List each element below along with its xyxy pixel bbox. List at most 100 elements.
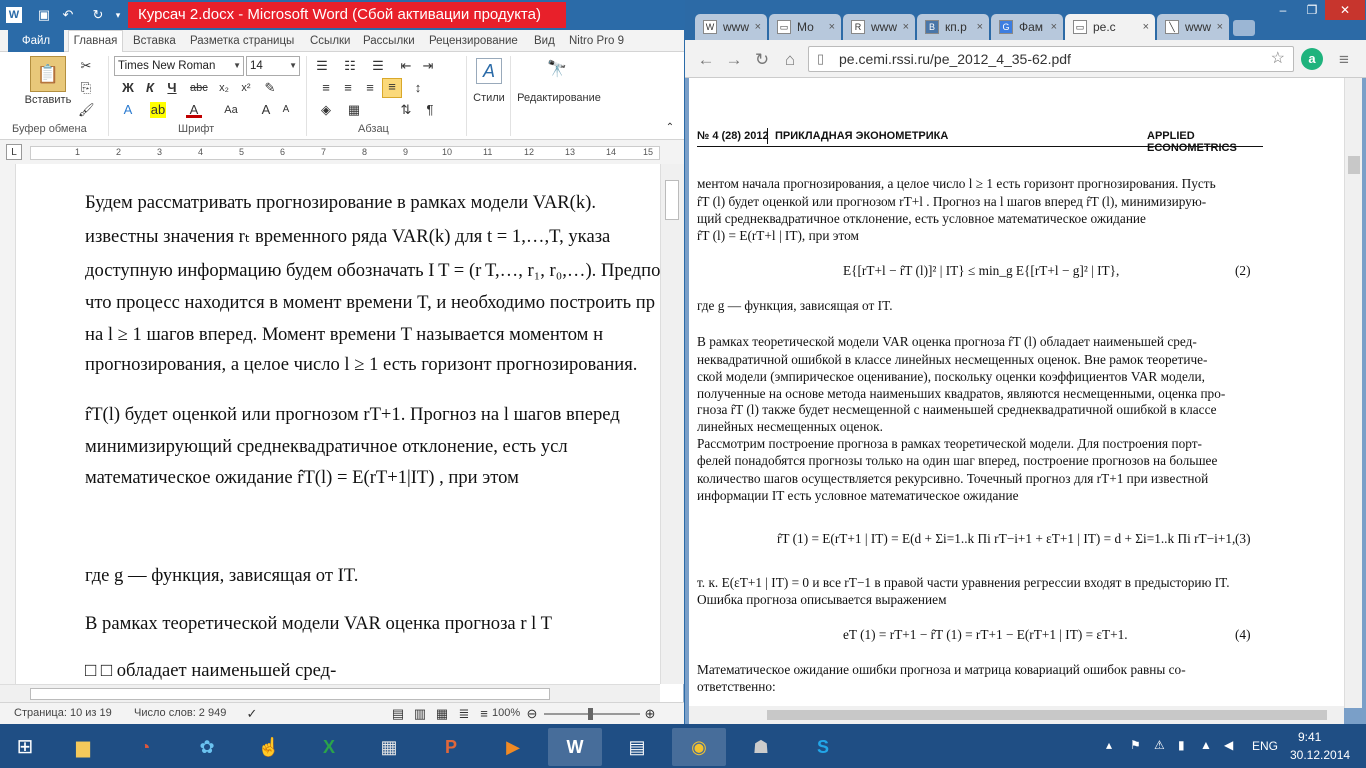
chrome-icon[interactable]: ◉ <box>672 728 726 766</box>
maximize-icon[interactable]: ❐ <box>1299 0 1325 20</box>
grow-font-icon[interactable]: A <box>258 102 274 118</box>
reload-icon[interactable]: ↻ <box>751 49 773 71</box>
copy-icon[interactable]: ⎘ <box>78 80 94 96</box>
tab-view[interactable]: Вид <box>534 31 555 52</box>
pdf-horizontal-scrollbar[interactable] <box>689 706 1344 724</box>
zoom-level[interactable]: 100% <box>492 707 520 719</box>
scroll-thumb[interactable] <box>30 688 550 700</box>
align-right-icon[interactable]: ≡ <box>362 80 378 96</box>
sort-icon[interactable]: ⇅ <box>398 102 414 118</box>
powerpoint-icon[interactable]: P <box>424 728 478 766</box>
app-icon[interactable]: ▤ <box>610 728 664 766</box>
scroll-thumb[interactable] <box>665 180 679 220</box>
shading-icon[interactable]: ◈ <box>318 102 334 118</box>
file-explorer-icon[interactable]: ▆ <box>56 728 110 766</box>
tab-selector-icon[interactable]: L <box>6 144 22 160</box>
pilcrow-icon[interactable]: ¶ <box>422 102 438 118</box>
browser-tab[interactable]: Wwww × <box>695 14 767 40</box>
new-tab-button[interactable] <box>1233 20 1255 36</box>
network-icon[interactable]: ⚑ <box>1130 738 1141 752</box>
bold-icon[interactable]: Ж <box>120 80 136 96</box>
touch-icon[interactable]: ☝ <box>242 728 296 766</box>
language-indicator[interactable]: ENG <box>1252 739 1278 753</box>
borders-icon[interactable]: ▦ <box>346 102 362 118</box>
binoculars-icon[interactable]: 🔭 <box>544 58 570 84</box>
ruler-strip[interactable]: 1 2 3 4 5 6 7 8 9 10 11 12 13 14 15 <box>30 146 660 160</box>
multilevel-list-icon[interactable]: ☰ <box>370 58 386 74</box>
underline-icon[interactable]: Ч <box>164 80 180 96</box>
horizontal-scrollbar[interactable] <box>0 684 660 702</box>
close-icon[interactable]: × <box>903 14 909 40</box>
bullets-icon[interactable]: ☰ <box>314 58 330 74</box>
scroll-thumb[interactable] <box>1348 156 1360 174</box>
tray-expand-icon[interactable]: ▴ <box>1106 738 1112 752</box>
battery-icon[interactable]: ▮ <box>1178 738 1185 752</box>
pdf-vertical-scrollbar[interactable] <box>1344 78 1362 708</box>
align-left-icon[interactable]: ≡ <box>318 80 334 96</box>
redo-icon[interactable]: ↻ <box>90 7 106 23</box>
tab-home[interactable]: Главная <box>68 30 123 52</box>
clock-time[interactable]: 9:41 <box>1298 730 1321 744</box>
tab-file[interactable]: Файл <box>8 30 64 52</box>
outline-icon[interactable]: ≣ <box>456 706 472 722</box>
zoom-in-icon[interactable]: ⊕ <box>642 706 658 722</box>
signal-icon[interactable]: ▲ <box>1200 738 1212 752</box>
font-size-select[interactable]: 14 ▼ <box>246 56 300 76</box>
editing-button[interactable]: Редактирование <box>514 92 604 104</box>
collapse-ribbon-icon[interactable]: ⌃ <box>662 120 678 136</box>
document-page[interactable]: Будем рассматривать прогнозирование в ра… <box>17 164 660 680</box>
forward-icon[interactable]: → <box>723 49 745 71</box>
qat-menu-icon[interactable]: ▾ <box>110 7 126 23</box>
close-icon[interactable]: ✕ <box>1325 0 1365 20</box>
start-windows-icon[interactable]: ⊞ <box>0 728 50 766</box>
word-icon[interactable]: W <box>548 728 602 766</box>
change-case-icon[interactable]: Aa <box>220 102 242 118</box>
web-layout-icon[interactable]: ▦ <box>434 706 450 722</box>
paste-icon[interactable]: 📋 <box>30 56 66 92</box>
pdf-viewer[interactable]: № 4 (28) 2012 ПРИКЛАДНАЯ ЭКОНОМЕТРИКА AP… <box>689 78 1352 708</box>
close-icon[interactable]: × <box>1143 14 1149 40</box>
zoom-slider-thumb[interactable] <box>588 708 593 720</box>
draft-icon[interactable]: ≡ <box>476 706 492 722</box>
tab-nitro[interactable]: Nitro Pro 9 <box>569 31 624 52</box>
minimize-icon[interactable]: – <box>1269 0 1297 20</box>
undo-icon[interactable]: ↶ <box>60 7 76 23</box>
subscript-icon[interactable]: x₂ <box>216 80 232 96</box>
skype-icon[interactable]: S <box>796 728 850 766</box>
excel-icon[interactable]: X <box>302 728 356 766</box>
styles-button[interactable]: Стили <box>468 92 510 104</box>
tab-page-layout[interactable]: Разметка страницы <box>190 31 294 52</box>
align-center-icon[interactable]: ≡ <box>340 80 356 96</box>
justify-icon[interactable]: ≡ <box>382 78 402 98</box>
scroll-thumb[interactable] <box>767 710 1327 720</box>
app-icon[interactable]: ☗ <box>734 728 788 766</box>
line-spacing-icon[interactable]: ↕ <box>410 80 426 96</box>
shrink-font-icon[interactable]: A <box>278 102 294 118</box>
volume-icon[interactable]: ◀ <box>1224 738 1233 752</box>
browser-tab-active[interactable]: ▭ pe.c × <box>1065 14 1155 40</box>
cut-icon[interactable]: ✂ <box>78 58 94 74</box>
address-bar[interactable]: ▯ pe.cemi.rssi.ru/pe_2012_4_35-62.pdf ☆ <box>808 46 1294 72</box>
text-effects-icon[interactable]: A <box>120 102 136 118</box>
italic-icon[interactable]: К <box>142 80 158 96</box>
app-icon[interactable]: ◔ <box>118 728 172 766</box>
browser-tab[interactable]: G Фам × <box>991 14 1063 40</box>
decrease-indent-icon[interactable]: ⇤ <box>398 58 414 74</box>
highlight-icon[interactable]: ab <box>150 102 166 118</box>
zoom-out-icon[interactable]: ⊖ <box>524 706 540 722</box>
vertical-scrollbar[interactable] <box>660 164 684 684</box>
browser-tab[interactable]: ▭ Мо × <box>769 14 841 40</box>
tab-references[interactable]: Ссылки <box>310 31 351 52</box>
numbering-icon[interactable]: ☷ <box>342 58 358 74</box>
tab-insert[interactable]: Вставка <box>133 31 176 52</box>
tab-mailings[interactable]: Рассылки <box>363 31 415 52</box>
close-icon[interactable]: × <box>977 14 983 40</box>
save-icon[interactable]: ▣ <box>36 7 52 23</box>
bookmark-star-icon[interactable]: ☆ <box>1271 47 1285 71</box>
clock-date[interactable]: 30.12.2014 <box>1290 748 1350 762</box>
media-player-icon[interactable]: ▶ <box>486 728 540 766</box>
browser-tab[interactable]: ╲ www × <box>1157 14 1229 40</box>
format-painter-icon[interactable]: 🖌 <box>78 102 95 118</box>
font-color-icon[interactable]: A <box>186 102 202 118</box>
increase-indent-icon[interactable]: ⇥ <box>420 58 436 74</box>
